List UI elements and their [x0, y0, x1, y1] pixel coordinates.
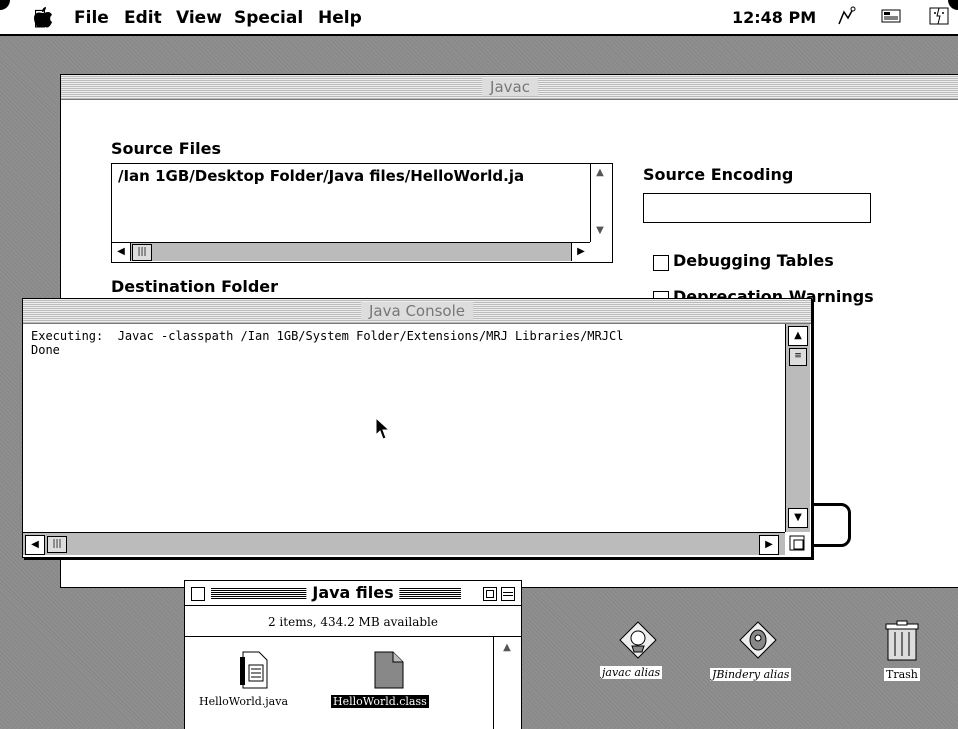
- javac-alias-icon: [619, 621, 657, 659]
- java-files-window-title: Java files: [306, 583, 400, 602]
- apple-logo-icon[interactable]: [34, 6, 52, 28]
- resize-grip-icon[interactable]: [789, 535, 805, 551]
- java-files-title-bar[interactable]: Java files: [185, 581, 521, 606]
- scroll-thumb[interactable]: |||: [132, 244, 152, 261]
- console-scroll-thumb[interactable]: ≡: [789, 348, 807, 366]
- source-encoding-label: Source Encoding: [643, 165, 794, 184]
- file-label-hello-class[interactable]: HelloWorld.class: [331, 695, 429, 708]
- source-encoding-field[interactable]: [643, 193, 871, 223]
- desktop-label-javac-alias[interactable]: javac alias: [600, 666, 663, 679]
- source-files-vertical-scrollbar[interactable]: ▲ ▼: [590, 164, 611, 242]
- scroll-left-arrow-icon[interactable]: ◀: [112, 243, 131, 261]
- source-files-label: Source Files: [111, 139, 221, 158]
- menu-special[interactable]: Special: [234, 8, 303, 28]
- java-files-vertical-scrollbar[interactable]: ▲: [493, 637, 520, 729]
- console-vertical-scrollbar[interactable]: ▲ ≡ ▼: [785, 324, 810, 532]
- mouse-pointer-icon: [375, 417, 391, 440]
- menu-help[interactable]: Help: [318, 8, 362, 28]
- javac-title-bar[interactable]: Javac: [61, 75, 958, 100]
- console-scroll-right-arrow-icon[interactable]: ▶: [759, 535, 779, 555]
- scroll-up-arrow-icon[interactable]: ▲: [591, 164, 609, 182]
- source-file-path[interactable]: /Ian 1GB/Desktop Folder/Java files/Hello…: [118, 167, 588, 185]
- file-label-hello-java[interactable]: HelloWorld.java: [197, 695, 290, 708]
- console-hscroll-thumb[interactable]: |||: [47, 536, 67, 553]
- console-scroll-left-arrow-icon[interactable]: ◀: [25, 535, 45, 555]
- java-source-file-icon[interactable]: [239, 651, 271, 689]
- java-files-info-bar: 2 items, 434.2 MB available: [185, 606, 521, 637]
- java-files-content[interactable]: HelloWorld.java HelloWorld.class: [185, 637, 493, 729]
- console-horizontal-scrollbar[interactable]: ◀ ||| ▶: [23, 532, 785, 555]
- debugging-tables-label: Debugging Tables: [673, 251, 834, 270]
- source-files-horizontal-scrollbar[interactable]: ◀ ||| ▶: [112, 242, 590, 261]
- jbindery-alias-icon: [739, 621, 777, 659]
- console-output[interactable]: Executing: Javac -classpath /Ian 1GB/Sys…: [31, 329, 623, 357]
- menu-file[interactable]: File: [74, 8, 109, 28]
- files-scroll-up-arrow-icon[interactable]: ▲: [498, 639, 516, 657]
- console-line: Executing: Javac -classpath /Ian 1GB/Sys…: [31, 329, 624, 343]
- desktop-icon-jbindery-alias[interactable]: JBindery alias: [708, 620, 818, 690]
- source-files-list[interactable]: /Ian 1GB/Desktop Folder/Java files/Hello…: [111, 163, 613, 263]
- menu-view[interactable]: View: [176, 8, 222, 28]
- trash-icon: [885, 620, 919, 661]
- desktop-label-trash[interactable]: Trash: [884, 668, 920, 681]
- desktop-label-jbindery-alias[interactable]: JBindery alias: [710, 668, 792, 681]
- menubar-clock[interactable]: 12:48 PM: [732, 8, 816, 27]
- console-scroll-down-arrow-icon[interactable]: ▼: [788, 508, 808, 528]
- application-switcher-icon[interactable]: [880, 6, 902, 26]
- scroll-right-arrow-icon[interactable]: ▶: [571, 243, 590, 261]
- console-line: Done: [31, 343, 60, 357]
- desktop-icon-javac-alias[interactable]: javac alias: [596, 620, 688, 690]
- screen-corner: [0, 0, 10, 10]
- connection-strip-icon[interactable]: [836, 6, 858, 26]
- menu-edit[interactable]: Edit: [124, 8, 162, 28]
- java-files-info: 2 items, 434.2 MB available: [267, 615, 438, 629]
- finder-icon[interactable]: [928, 6, 950, 26]
- javac-window-title: Javac: [482, 78, 538, 96]
- zoom-box-icon[interactable]: [483, 587, 497, 601]
- console-title-bar[interactable]: Java Console: [23, 299, 811, 324]
- java-console-window[interactable]: Java Console Executing: Javac -classpath…: [22, 298, 812, 558]
- scroll-down-arrow-icon[interactable]: ▼: [591, 222, 609, 240]
- console-window-title: Java Console: [361, 302, 473, 320]
- menu-bar:  File Edit View Special Help 12:48 PM: [0, 0, 958, 36]
- close-box-icon[interactable]: [191, 587, 205, 601]
- java-class-file-icon[interactable]: [373, 651, 405, 689]
- debugging-tables-checkbox[interactable]: [653, 255, 669, 271]
- console-scroll-up-arrow-icon[interactable]: ▲: [788, 326, 808, 346]
- destination-folder-label: Destination Folder: [111, 277, 279, 296]
- collapse-box-icon[interactable]: [501, 587, 515, 601]
- java-files-window[interactable]: Java files 2 items, 434.2 MB available H…: [184, 580, 522, 729]
- desktop-icon-trash[interactable]: Trash: [874, 620, 934, 690]
